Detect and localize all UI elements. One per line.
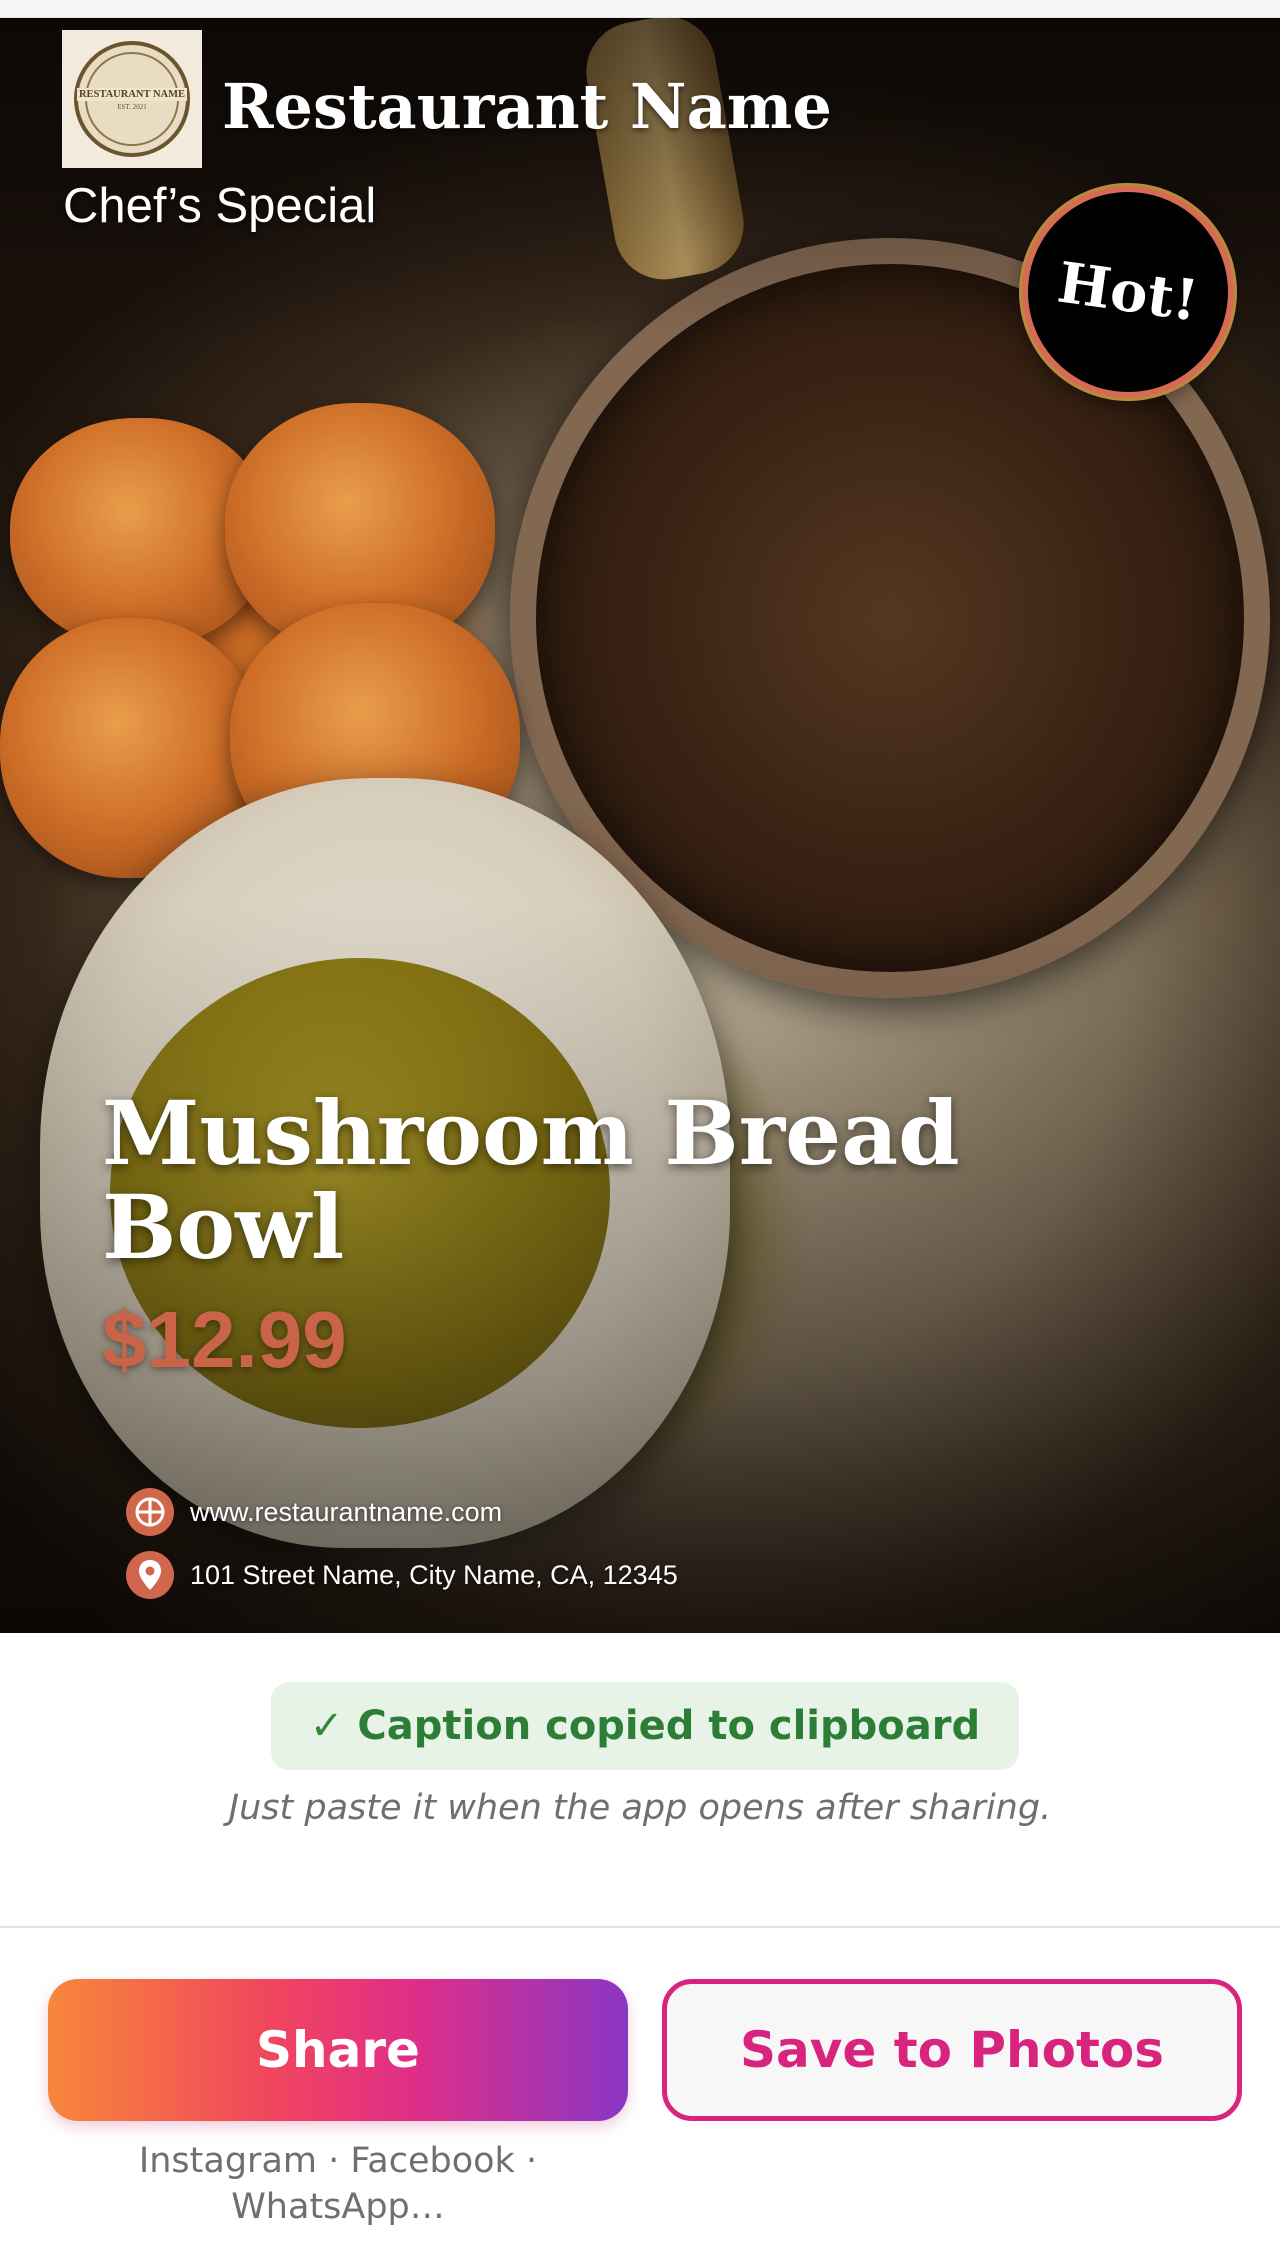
dish-name: Mushroom Bread Bowl <box>102 1081 960 1279</box>
checkmark-icon: ✓ <box>309 1703 344 1749</box>
logo-seal: Restaurant Name EST. 2021 <box>74 41 190 157</box>
toast-message: Caption copied to clipboard <box>357 1703 981 1749</box>
globe-icon <box>126 1488 174 1536</box>
paste-hint: Just paste it when the app opens after s… <box>228 1788 1052 1828</box>
share-platforms-caption: Instagram · Facebook · WhatsApp… <box>138 2141 538 2227</box>
logo-text: Restaurant Name <box>76 87 188 101</box>
restaurant-logo: Restaurant Name EST. 2021 <box>62 30 202 168</box>
save-to-photos-button[interactable]: Save to Photos <box>662 1979 1242 2121</box>
dish-price: $12.99 <box>102 1295 347 1384</box>
address-text: 101 Street Name, City Name, CA, 12345 <box>190 1559 678 1590</box>
location-pin-icon <box>126 1551 174 1599</box>
promo-poster: Restaurant Name EST. 2021 Restaurant Nam… <box>0 18 1280 1633</box>
divider <box>0 1926 1280 1928</box>
hot-badge-label: Hot! <box>1053 249 1203 335</box>
chefs-special-label: Chef’s Special <box>63 179 377 233</box>
logo-subtext: EST. 2021 <box>117 102 147 111</box>
website-text: www.restaurantname.com <box>190 1496 503 1527</box>
restaurant-name: Restaurant Name <box>222 70 832 143</box>
website-row: www.restaurantname.com <box>126 1488 502 1536</box>
address-row: 101 Street Name, City Name, CA, 12345 <box>126 1551 678 1599</box>
share-button[interactable]: Share <box>48 1979 628 2121</box>
top-edge <box>0 0 1280 18</box>
caption-copied-toast: ✓ Caption copied to clipboard <box>271 1682 1019 1770</box>
